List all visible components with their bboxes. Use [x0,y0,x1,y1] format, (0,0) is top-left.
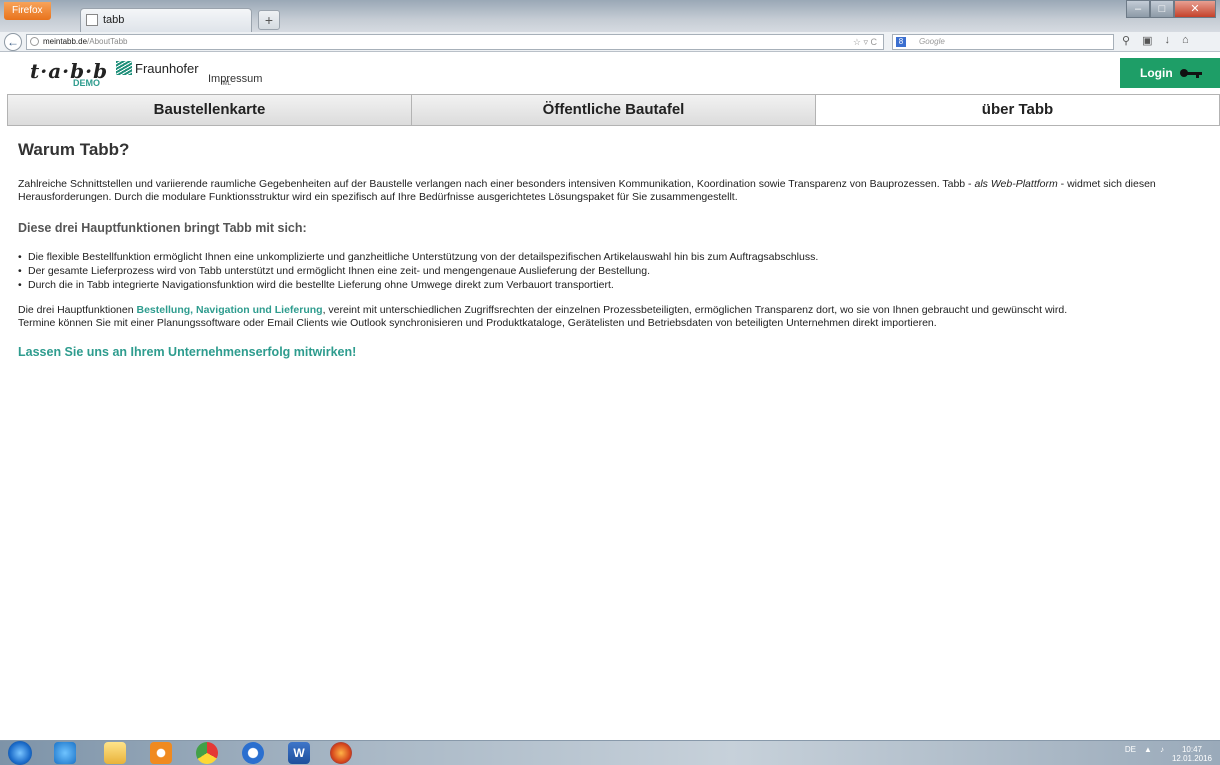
fraunhofer-name: Fraunhofer [135,61,199,76]
intro-paragraph: Zahlreiche Schnittstellen und variierend… [18,178,1214,204]
key-icon [1180,69,1206,78]
impressum-link[interactable]: Impressum [208,73,262,85]
back-button[interactable]: ← [4,33,22,51]
firefox-menu-button[interactable]: Firefox [4,2,51,20]
browser-navbar: ← meintabb.de/AboutTabb ☆ ▿ C 8 Google ⚲… [0,32,1220,52]
demo-label: DEMO [73,78,100,88]
functions-highlight: Bestellung, Navigation und Lieferung [136,304,323,316]
page-favicon-icon [86,14,98,26]
maximize-button[interactable]: □ [1150,0,1174,18]
call-to-action: Lassen Sie uns an Ihrem Unternehmenserfo… [18,345,357,359]
bookmarks-icon[interactable]: ▣ [1142,34,1152,47]
list-item: Die flexible Bestellfunktion ermöglicht … [18,250,1214,264]
system-tray: DE ▲ ♪ 10:47 12.01.2016 [1125,745,1212,763]
clock-date: 12.01.2016 [1171,754,1212,763]
firefox-icon[interactable] [330,742,352,764]
para2-start: Die drei Hauptfunktionen [18,304,137,316]
functions-heading: Diese drei Hauptfunktionen bringt Tabb m… [18,221,307,235]
toolbar-icons: ⚲ ▣ ↓ ⌂ [1122,34,1189,47]
browser-tab[interactable]: tabb [80,8,252,32]
site-header: t·a·b·b DEMO Fraunhofer IML Impressum Lo… [0,53,1220,91]
tab-oeffentliche-bautafel[interactable]: Öffentliche Bautafel [412,95,816,125]
url-domain: meintabb.de [43,37,88,46]
new-tab-button[interactable]: + [258,10,280,30]
explorer-folder-icon[interactable] [104,742,126,764]
clock[interactable]: 10:47 12.01.2016 [1172,745,1212,763]
login-label: Login [1140,66,1173,80]
page-title: Warum Tabb? [18,140,130,159]
volume-icon[interactable]: ♪ [1160,745,1164,763]
main-content: Warum Tabb? Zahlreiche Schnittstellen un… [18,140,1214,359]
windows-taskbar: W DE ▲ ♪ 10:47 12.01.2016 [0,740,1220,765]
url-path: /AboutTabb [87,37,128,46]
list-item: Der gesamte Lieferprozess wird von Tabb … [18,264,1214,278]
browser-tab-title: tabb [103,14,125,26]
start-button-icon[interactable] [8,741,32,765]
language-indicator[interactable]: DE [1125,745,1136,763]
para2-end: , vereint mit unterschiedlichen Zugriffs… [322,304,1068,316]
network-icon[interactable]: ▲ [1144,745,1152,763]
home-icon[interactable]: ⌂ [1182,34,1189,47]
search-placeholder: Google [919,37,945,46]
skype-icon[interactable] [242,742,264,764]
tab-baustellenkarte[interactable]: Baustellenkarte [8,95,412,125]
search-bar[interactable]: 8 Google [892,34,1114,50]
main-nav: Baustellenkarte Öffentliche Bautafel übe… [7,94,1220,126]
url-bar-controls[interactable]: ☆ ▿ C [853,35,877,49]
minimize-button[interactable]: – [1126,0,1150,18]
download-icon[interactable]: ↓ [1164,34,1170,47]
word-icon[interactable]: W [288,742,310,764]
fraunhofer-mark-icon [116,61,132,75]
close-window-button[interactable]: ✕ [1174,0,1216,18]
search-engine-icon[interactable]: 8 [896,37,906,47]
list-item: Durch die in Tabb integrierte Navigation… [18,278,1214,292]
window-controls: – □ ✕ [1126,0,1216,18]
search-icon[interactable]: ⚲ [1122,34,1130,47]
clock-time: 10:47 [1181,745,1202,754]
media-player-icon[interactable] [150,742,172,764]
functions-paragraph: Die drei Hauptfunktionen Bestellung, Nav… [18,304,1214,317]
intro-text-1: Zahlreiche Schnittstellen und variierend… [18,178,975,190]
functions-list: Die flexible Bestellfunktion ermöglicht … [18,250,1214,292]
globe-icon [30,37,39,46]
url-bar[interactable]: meintabb.de/AboutTabb ☆ ▿ C [26,34,884,50]
login-button[interactable]: Login [1120,58,1220,88]
tab-ueber-tabb[interactable]: über Tabb [816,95,1219,125]
chrome-icon[interactable] [196,742,218,764]
browser-titlebar: Firefox tabb + – □ ✕ [0,0,1220,32]
intro-emphasis: als Web-Plattform [974,178,1058,190]
internet-explorer-icon[interactable] [54,742,76,764]
import-paragraph: Termine können Sie mit einer Planungssof… [18,317,937,329]
